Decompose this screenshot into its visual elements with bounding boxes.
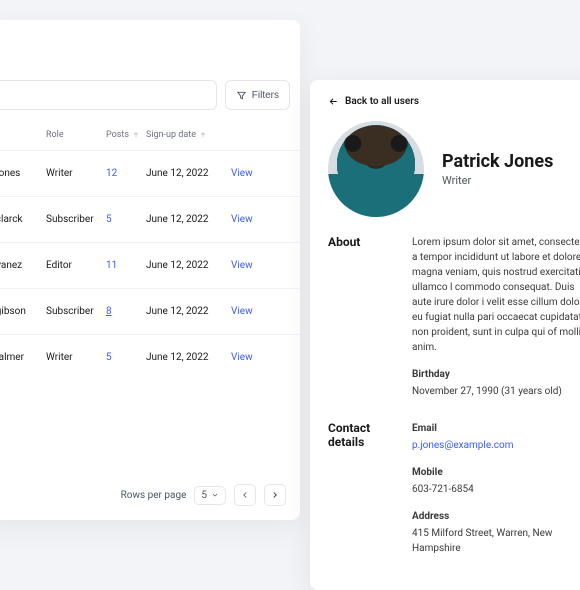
view-link[interactable]: View xyxy=(231,352,253,363)
arrow-right-icon xyxy=(270,490,280,500)
profile-name: Patrick Jones xyxy=(442,151,553,172)
th-id[interactable]: ID xyxy=(0,130,46,140)
email-value[interactable]: p.jones@example.com xyxy=(412,438,580,453)
cell-role: Writer xyxy=(46,168,106,179)
profile-role: Writer xyxy=(442,174,553,187)
contact-section: Contact details Email p.jones@example.co… xyxy=(328,421,580,556)
filters-button[interactable]: Filters xyxy=(225,80,290,110)
cell-id: p.jones xyxy=(0,168,46,179)
table-toolbar: Filters xyxy=(0,20,300,120)
page-size-select[interactable]: 5 xyxy=(194,486,226,505)
arrow-left-icon xyxy=(240,490,250,500)
email-label: Email xyxy=(412,421,580,436)
cell-id: s.clarck xyxy=(0,214,46,225)
cell-signup: June 12, 2022 xyxy=(146,214,231,225)
next-page-button[interactable] xyxy=(264,484,286,506)
view-link[interactable]: View xyxy=(231,168,253,179)
arrow-left-icon xyxy=(328,96,339,107)
table-row: s.clarckSubscriber5 June 12, 2022View xyxy=(0,196,300,242)
users-table-panel: Filters ID Role Posts Sign-up date p.jon… xyxy=(0,20,300,520)
table-row: p.jonesWriter12 June 12, 2022View xyxy=(0,150,300,196)
th-posts[interactable]: Posts xyxy=(106,130,146,140)
pagination: Rows per page 5 xyxy=(121,484,286,506)
th-signup[interactable]: Sign-up date xyxy=(146,130,231,140)
cell-signup: June 12, 2022 xyxy=(146,168,231,179)
th-role[interactable]: Role xyxy=(46,130,106,140)
birthday-value: November 27, 1990 (31 years old) xyxy=(412,384,580,399)
table-row: s.gibsonSubscriber8 June 12, 2022View xyxy=(0,288,300,334)
table-row: j.palmerWriter5 June 12, 2022View xyxy=(0,334,300,380)
mobile-label: Mobile xyxy=(412,465,580,480)
contact-title: Contact details xyxy=(328,421,400,556)
mobile-value: 603-721-6854 xyxy=(412,482,580,497)
cell-signup: June 12, 2022 xyxy=(146,352,231,363)
address-label: Address xyxy=(412,509,580,524)
table-header-row: ID Role Posts Sign-up date xyxy=(0,120,300,150)
profile-header: Patrick Jones Writer xyxy=(328,121,580,217)
prev-page-button[interactable] xyxy=(234,484,256,506)
back-to-users-link[interactable]: Back to all users xyxy=(328,96,580,107)
posts-link[interactable]: 12 xyxy=(106,168,117,179)
sort-icon xyxy=(199,131,207,139)
cell-id: s.gibson xyxy=(0,306,46,317)
posts-link[interactable]: 5 xyxy=(106,352,112,363)
cell-signup: June 12, 2022 xyxy=(146,260,231,271)
cell-role: Subscriber xyxy=(46,214,106,225)
filters-label: Filters xyxy=(252,90,279,101)
view-link[interactable]: View xyxy=(231,306,253,317)
cell-signup: June 12, 2022 xyxy=(146,306,231,317)
search-input[interactable] xyxy=(0,80,217,110)
chevron-down-icon xyxy=(211,491,219,499)
filter-icon xyxy=(236,90,247,101)
birthday-label: Birthday xyxy=(412,367,580,382)
cell-id: j.palmer xyxy=(0,352,46,363)
avatar xyxy=(328,121,424,217)
cell-id: g.yanez xyxy=(0,260,46,271)
cell-role: Writer xyxy=(46,352,106,363)
posts-link[interactable]: 11 xyxy=(106,260,117,271)
view-link[interactable]: View xyxy=(231,214,253,225)
profile-panel: Back to all users Patrick Jones Writer A… xyxy=(310,80,580,590)
cell-role: Editor xyxy=(46,260,106,271)
posts-link[interactable]: 5 xyxy=(106,214,112,225)
rows-per-page-label: Rows per page xyxy=(121,490,187,501)
about-title: About xyxy=(328,235,400,399)
sort-icon xyxy=(132,131,140,139)
cell-role: Subscriber xyxy=(46,306,106,317)
about-section: About Lorem ipsum dolor sit amet, consec… xyxy=(328,235,580,399)
posts-link[interactable]: 8 xyxy=(106,306,112,317)
about-text: Lorem ipsum dolor sit amet, consectetur … xyxy=(412,235,580,355)
view-link[interactable]: View xyxy=(231,260,253,271)
address-value: 415 Milford Street, Warren, New Hampshir… xyxy=(412,526,580,556)
table-row: g.yanezEditor11 June 12, 2022View xyxy=(0,242,300,288)
